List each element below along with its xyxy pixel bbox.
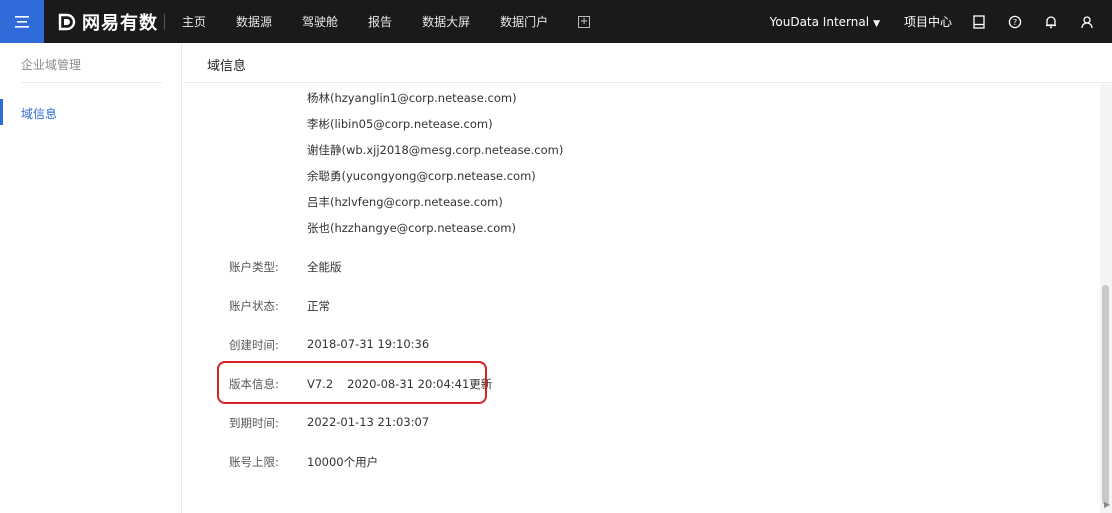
- nav-data-portal[interactable]: 数据门户: [500, 13, 548, 30]
- brand-logo[interactable]: 网易有数: [56, 9, 158, 35]
- user-icon[interactable]: [1080, 15, 1094, 29]
- account-status-label: 账户状态:: [229, 299, 279, 313]
- bell-icon[interactable]: [1044, 15, 1058, 29]
- sidebar-divider: [21, 82, 162, 83]
- active-indicator: [0, 99, 3, 125]
- sidebar-title: 企业域管理: [21, 58, 82, 72]
- top-right-tools: YouData Internal ▼ 项目中心 ?: [770, 0, 1112, 43]
- created-time-label: 创建时间:: [229, 338, 279, 352]
- page-header: 域信息: [183, 43, 1112, 83]
- account-status-value: 正常: [307, 299, 330, 313]
- created-time-value: 2018-07-31 19:10:36: [307, 337, 430, 351]
- nav-big-screen[interactable]: 数据大屏: [422, 13, 470, 30]
- expire-time-value: 2022-01-13 21:03:07: [307, 415, 430, 429]
- account-limit-label: 账号上限:: [229, 455, 279, 469]
- document-icon[interactable]: [972, 14, 986, 29]
- page-title: 域信息: [207, 59, 247, 74]
- top-navigation-bar: 网易有数 主页 数据源 驾驶舱 报告 数据大屏 数据门户 + YouData I…: [0, 0, 1112, 43]
- nav-datasource[interactable]: 数据源: [236, 13, 272, 30]
- account-type-label: 账户类型:: [229, 260, 279, 274]
- member-item: 吕丰(hzlvfeng@corp.netease.com): [307, 195, 503, 209]
- org-switcher[interactable]: YouData Internal ▼: [770, 15, 880, 29]
- add-nav-icon[interactable]: +: [578, 15, 591, 28]
- member-item: 谢佳静(wb.xjj2018@mesg.corp.netease.com): [307, 143, 564, 157]
- menu-icon[interactable]: [0, 0, 44, 43]
- nav-cockpit[interactable]: 驾驶舱: [302, 13, 338, 30]
- sidebar-item-label: 域信息: [21, 107, 58, 121]
- caret-down-icon: ▼: [873, 18, 880, 29]
- account-limit-value: 10000个用户: [307, 455, 379, 469]
- expire-time-label: 到期时间:: [229, 416, 279, 430]
- domain-info-panel: 杨林(hzyanglin1@corp.netease.com) 李彬(libin…: [183, 84, 1100, 513]
- youdata-logo-icon: [58, 13, 76, 31]
- org-name: YouData Internal: [769, 14, 870, 29]
- nav-report[interactable]: 报告: [368, 13, 392, 30]
- nav-home[interactable]: 主页: [182, 13, 206, 30]
- member-item: 李彬(libin05@corp.netease.com): [307, 117, 493, 131]
- account-type-value: 全能版: [307, 260, 342, 274]
- member-item: 余聪勇(yucongyong@corp.netease.com): [307, 169, 536, 183]
- member-item: 杨林(hzyanglin1@corp.netease.com): [307, 91, 517, 105]
- member-item: 张也(hzzhangye@corp.netease.com): [307, 221, 516, 235]
- project-center-link[interactable]: 项目中心: [904, 13, 952, 30]
- svg-text:?: ?: [1013, 18, 1017, 27]
- version-highlight-box: [217, 361, 487, 404]
- scrollbar-thumb[interactable]: [1102, 285, 1109, 505]
- scroll-down-icon[interactable]: ▶: [1104, 500, 1110, 509]
- sidebar: 企业域管理 域信息: [0, 43, 182, 513]
- brand-name: 网易有数: [82, 13, 158, 34]
- sidebar-item-domain-info[interactable]: 域信息: [0, 95, 182, 129]
- logo-divider: [164, 14, 165, 30]
- help-icon[interactable]: ?: [1008, 15, 1022, 29]
- hamburger-icon: [15, 15, 29, 28]
- main-nav: 主页 数据源 驾驶舱 报告 数据大屏 数据门户 +: [182, 0, 591, 43]
